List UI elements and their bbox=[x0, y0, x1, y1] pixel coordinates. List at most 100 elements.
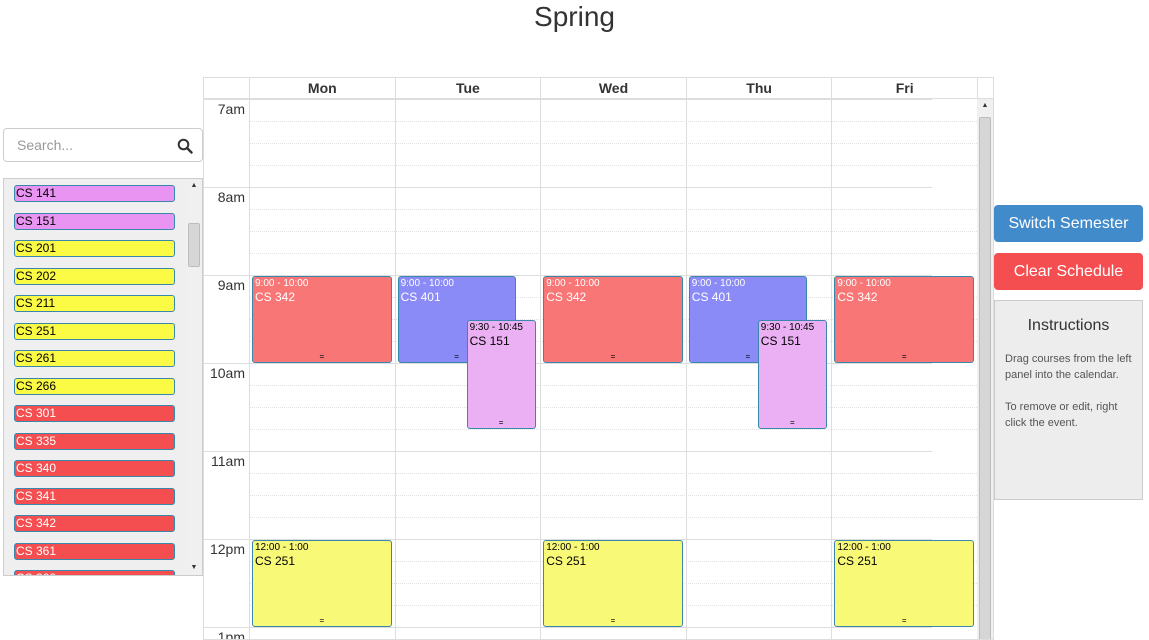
day-column-line bbox=[249, 99, 250, 639]
event-title: CS 401 bbox=[691, 290, 732, 304]
search-input[interactable] bbox=[5, 130, 175, 160]
time-label: 8am bbox=[217, 189, 245, 205]
event-time: 12:00 - 1:00 bbox=[255, 542, 309, 553]
calendar-event[interactable]: 9:30 - 10:45 CS 151 = bbox=[757, 320, 827, 429]
resize-handle-icon[interactable]: = bbox=[835, 617, 973, 625]
calendar-event[interactable]: 12:00 - 1:00 CS 251 = bbox=[543, 540, 683, 627]
event-title: CS 151 bbox=[469, 334, 510, 348]
slot-line bbox=[249, 495, 977, 496]
event-time: 9:30 - 10:45 bbox=[469, 322, 523, 333]
calendar-body[interactable]: 7am 8am 9am 10am 11am 12pm 1pm 9:00 - 10:00 CS 3… bbox=[204, 99, 977, 640]
instructions-text-remove: To remove or edit, right click the event… bbox=[1005, 401, 1118, 429]
hour-line bbox=[204, 627, 932, 628]
course-item[interactable]: CS 151 bbox=[14, 212, 175, 230]
day-header: Thu bbox=[685, 78, 832, 99]
slot-line bbox=[249, 385, 977, 386]
search-box[interactable] bbox=[3, 128, 203, 162]
resize-handle-icon[interactable]: = bbox=[544, 617, 682, 625]
course-list: CS 141 CS 151 CS 201 CS 202 CS 211 CS 251 CS 2… bbox=[3, 178, 203, 576]
course-list-scrollbar[interactable]: ▲ ▼ bbox=[186, 179, 202, 575]
hour-line bbox=[204, 187, 932, 188]
calendar-event[interactable]: 9:00 - 10:00 CS 342 = bbox=[543, 276, 683, 363]
slot-line bbox=[249, 231, 977, 232]
event-title: CS 342 bbox=[546, 290, 587, 304]
course-item[interactable]: CS 211 bbox=[14, 295, 175, 312]
time-label: 10am bbox=[209, 365, 245, 381]
course-item[interactable]: CS 301 bbox=[14, 405, 175, 422]
course-item[interactable]: CS 335 bbox=[14, 432, 175, 450]
event-time: 9:00 - 10:00 bbox=[546, 278, 600, 289]
event-title: CS 151 bbox=[760, 334, 801, 348]
slot-line bbox=[249, 429, 977, 430]
event-time: 9:30 - 10:45 bbox=[760, 322, 815, 333]
slot-line bbox=[249, 253, 977, 254]
course-item[interactable]: CS 361 bbox=[14, 542, 175, 560]
resize-handle-icon[interactable]: = bbox=[835, 353, 973, 361]
calendar-scrollbar[interactable]: ▲ bbox=[977, 99, 993, 639]
calendar-event[interactable]: 9:30 - 10:45 CS 151 = bbox=[466, 320, 536, 429]
course-item[interactable]: CS 266 bbox=[14, 377, 175, 395]
day-column-line bbox=[394, 99, 396, 639]
resize-handle-icon[interactable]: = bbox=[468, 419, 535, 427]
slot-line bbox=[249, 121, 977, 122]
day-column-line bbox=[540, 99, 542, 639]
slot-line bbox=[249, 165, 977, 166]
calendar-event[interactable]: 12:00 - 1:00 CS 251 = bbox=[834, 540, 974, 627]
hour-line bbox=[204, 451, 932, 452]
course-item[interactable]: CS 251 bbox=[14, 322, 175, 340]
day-header: Wed bbox=[540, 78, 686, 99]
course-item[interactable]: CS 201 bbox=[14, 240, 175, 257]
time-label: 12pm bbox=[209, 541, 245, 557]
calendar-header: Mon Tue Wed Thu Fri bbox=[204, 78, 993, 99]
switch-semester-button[interactable]: Switch Semester bbox=[994, 205, 1143, 242]
instructions-text-drag: Drag courses from the left panel into th… bbox=[1005, 353, 1132, 381]
event-time: 9:00 - 10:00 bbox=[400, 278, 454, 289]
time-label: 11am bbox=[211, 453, 245, 469]
slot-line bbox=[249, 407, 977, 408]
search-icon[interactable] bbox=[177, 138, 193, 154]
event-time: 9:00 - 10:00 bbox=[837, 278, 891, 289]
event-title: CS 251 bbox=[255, 554, 296, 568]
resize-handle-icon[interactable]: = bbox=[253, 353, 391, 361]
calendar-event[interactable]: 9:00 - 10:00 CS 342 = bbox=[252, 276, 392, 363]
clear-schedule-button[interactable]: Clear Schedule bbox=[994, 253, 1143, 290]
course-item[interactable]: CS 202 bbox=[14, 267, 175, 285]
event-time: 9:00 - 10:00 bbox=[691, 278, 746, 289]
course-item[interactable]: CS 341 bbox=[14, 487, 175, 505]
event-title: CS 342 bbox=[837, 290, 878, 304]
event-title: CS 401 bbox=[400, 290, 441, 304]
instructions-title: Instructions bbox=[1027, 317, 1110, 334]
course-item[interactable]: CS 342 bbox=[14, 515, 175, 532]
event-time: 12:00 - 1:00 bbox=[546, 542, 600, 553]
scroll-thumb[interactable] bbox=[979, 117, 991, 639]
resize-handle-icon[interactable]: = bbox=[253, 617, 391, 625]
scroll-up-arrow-icon[interactable]: ▲ bbox=[186, 179, 202, 193]
course-item[interactable]: CS 362 bbox=[14, 570, 175, 575]
course-item[interactable]: CS 261 bbox=[14, 350, 175, 367]
day-header: Fri bbox=[831, 78, 977, 99]
day-column-line bbox=[831, 99, 833, 639]
scroll-up-arrow-icon[interactable]: ▲ bbox=[977, 102, 993, 109]
day-header: Mon bbox=[249, 78, 395, 99]
day-header: Tue bbox=[394, 78, 541, 99]
event-title: CS 342 bbox=[255, 290, 296, 304]
slot-line bbox=[249, 143, 977, 144]
event-title: CS 251 bbox=[837, 554, 878, 568]
time-label: 9am bbox=[217, 277, 245, 293]
course-item[interactable]: CS 141 bbox=[14, 185, 175, 202]
calendar-event[interactable]: 9:00 - 10:00 CS 342 = bbox=[834, 276, 974, 363]
page-title: Spring bbox=[534, 1, 615, 32]
slot-line bbox=[249, 473, 977, 474]
header-scroll-gap bbox=[977, 78, 993, 99]
time-label: 1pm bbox=[217, 629, 245, 640]
scroll-thumb[interactable] bbox=[188, 223, 200, 267]
course-item[interactable]: CS 340 bbox=[14, 460, 175, 477]
event-time: 9:00 - 10:00 bbox=[255, 278, 309, 289]
hour-line bbox=[204, 99, 932, 100]
scroll-down-arrow-icon[interactable]: ▼ bbox=[186, 561, 202, 575]
time-label: 7am bbox=[217, 101, 245, 117]
calendar-event[interactable]: 12:00 - 1:00 CS 251 = bbox=[252, 540, 392, 627]
resize-handle-icon[interactable]: = bbox=[759, 419, 826, 427]
slot-line bbox=[249, 209, 977, 210]
resize-handle-icon[interactable]: = bbox=[544, 353, 682, 361]
